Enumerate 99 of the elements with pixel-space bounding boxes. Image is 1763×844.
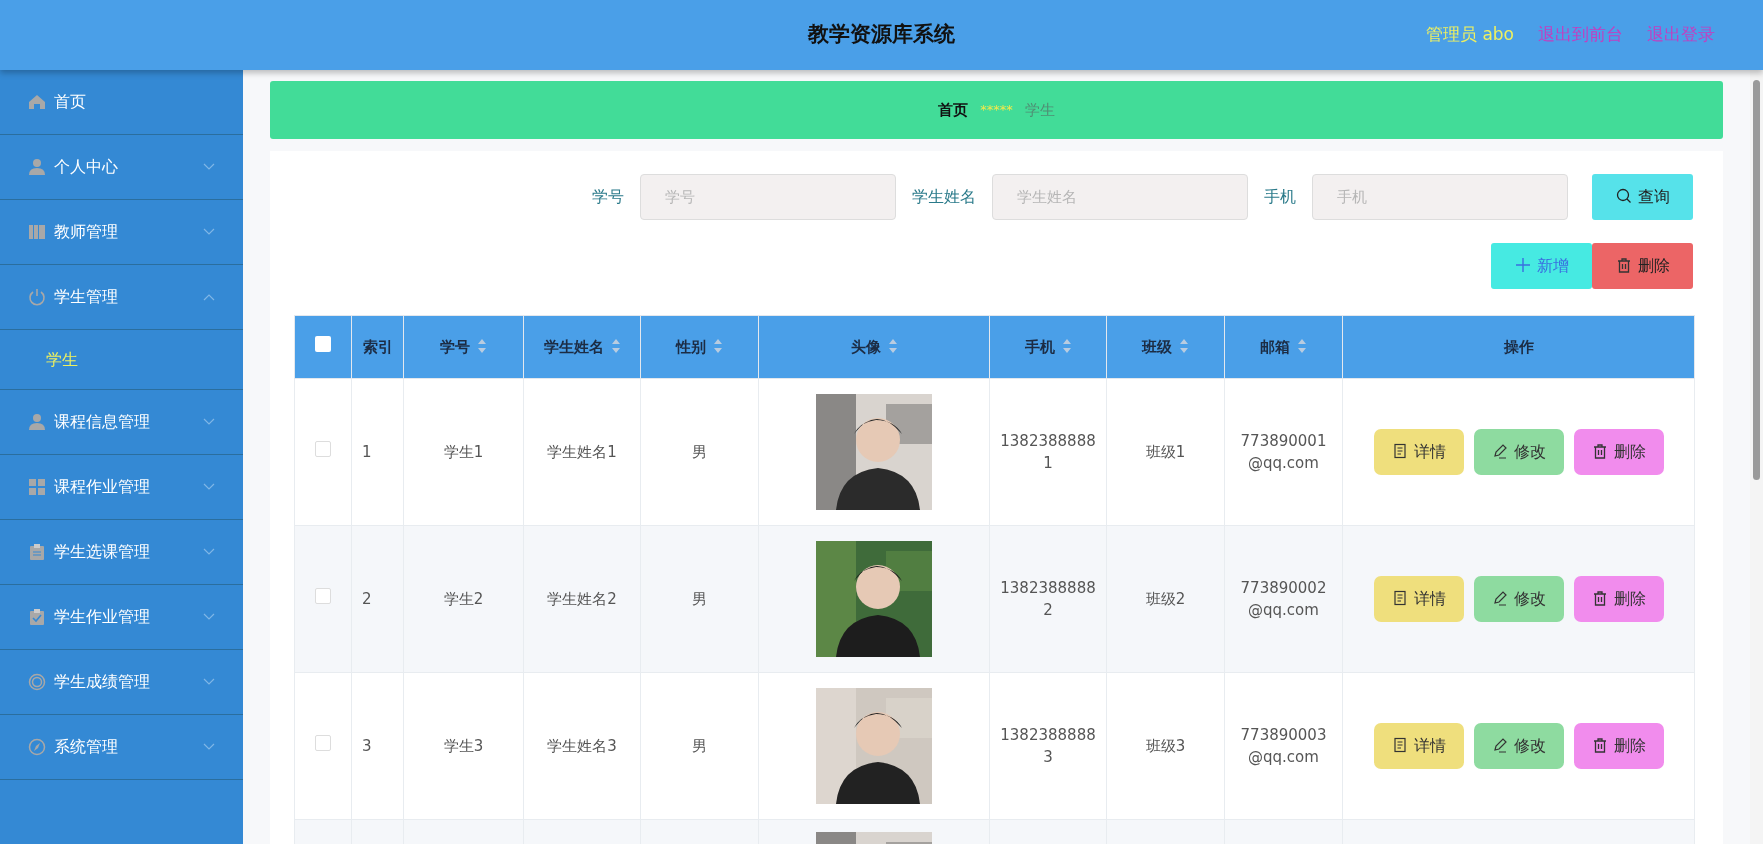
- sort-icon: [1297, 337, 1307, 354]
- trash-icon: [1591, 737, 1608, 753]
- sidebar-item[interactable]: 个人中心: [0, 135, 243, 200]
- detail-button[interactable]: 详情: [1373, 723, 1464, 769]
- sort-icon: [610, 337, 621, 354]
- table-cell: 男: [692, 589, 707, 608]
- trash-icon: [1615, 257, 1632, 273]
- detail-button[interactable]: 详情: [1373, 429, 1464, 475]
- table-cell: 2: [362, 589, 372, 608]
- table-cell: 班级3: [1145, 736, 1186, 755]
- sidebar-item[interactable]: 学生作业管理: [0, 585, 243, 650]
- person-icon: [28, 158, 46, 176]
- search-field[interactable]: 手机: [1312, 174, 1568, 220]
- pencil-icon: [1491, 590, 1508, 606]
- select-all-checkbox[interactable]: [315, 335, 331, 352]
- clipboard-check-icon: [28, 608, 46, 626]
- table-cell: 学生姓名3: [547, 736, 617, 755]
- grid-icon: [28, 478, 46, 496]
- sidebar-item[interactable]: 首页: [0, 70, 243, 135]
- sort-icon: [1179, 337, 1189, 354]
- document-icon: [1391, 737, 1408, 753]
- table-cell: 学生3: [443, 736, 484, 755]
- document-icon: [1391, 443, 1408, 459]
- column-header[interactable]: 操作: [1503, 337, 1534, 356]
- app-title: 教学资源库系统: [808, 21, 955, 49]
- trash-icon: [1591, 443, 1608, 459]
- delete-button[interactable]: 删除: [1592, 243, 1693, 289]
- table-cell: 男: [692, 442, 707, 461]
- breadcrumb-current: 学生: [1024, 99, 1055, 121]
- sort-icon: [1061, 337, 1072, 354]
- breadcrumb-separator: *****: [980, 101, 1013, 120]
- search-button[interactable]: 查询: [1592, 174, 1693, 220]
- delete-button[interactable]: 删除: [1573, 723, 1664, 769]
- add-button[interactable]: 新增: [1491, 243, 1592, 289]
- scrollbar[interactable]: [1750, 70, 1763, 844]
- column-header[interactable]: 学号: [440, 337, 470, 356]
- breadcrumb-link[interactable]: 首页: [938, 98, 969, 122]
- sidebar-item[interactable]: 课程信息管理: [0, 390, 243, 455]
- person-icon: [28, 413, 46, 431]
- table-cell: 3: [362, 736, 372, 755]
- book-icon: [28, 223, 46, 241]
- table-cell: 学生2: [443, 589, 484, 608]
- column-header[interactable]: 邮箱: [1260, 337, 1290, 356]
- sidebar-subitem[interactable]: 学生: [0, 330, 243, 390]
- edit-button[interactable]: 修改: [1473, 576, 1564, 622]
- row-checkbox[interactable]: [315, 734, 331, 751]
- ring-icon: [28, 673, 46, 691]
- column-header[interactable]: 手机: [1024, 337, 1055, 356]
- column-header[interactable]: 学生姓名: [543, 337, 604, 356]
- sidebar-item[interactable]: 学生选课管理: [0, 520, 243, 585]
- table-cell: 班级2: [1145, 589, 1186, 608]
- clipboard-icon: [28, 543, 46, 561]
- compass-icon: [28, 738, 46, 756]
- search-label: 学生姓名: [912, 186, 976, 208]
- user-name: 管理员 abo: [1426, 23, 1514, 46]
- search-field[interactable]: 学生姓名: [992, 174, 1248, 220]
- sidebar-item[interactable]: 课程作业管理: [0, 455, 243, 520]
- table-cell: 13823888881: [1000, 431, 1096, 472]
- column-header[interactable]: 性别: [676, 337, 706, 356]
- sort-icon: [713, 337, 723, 354]
- sidebar-item[interactable]: 教师管理: [0, 200, 243, 265]
- document-icon: [1391, 590, 1408, 606]
- table-cell: 1: [362, 442, 372, 461]
- edit-button[interactable]: 修改: [1473, 723, 1564, 769]
- table-cell: 773890003@qq.com: [1240, 725, 1327, 766]
- table-cell: 13823888883: [1000, 725, 1096, 766]
- power-icon: [28, 288, 46, 306]
- row-checkbox[interactable]: [315, 440, 331, 457]
- table-cell: 学生1: [443, 442, 484, 461]
- pencil-icon: [1491, 443, 1508, 459]
- table-cell: 学生姓名2: [547, 589, 617, 608]
- column-header[interactable]: 班级: [1142, 337, 1172, 356]
- column-header[interactable]: 头像: [850, 337, 881, 356]
- home-icon: [28, 93, 46, 111]
- table-cell: 班级1: [1145, 442, 1186, 461]
- row-checkbox[interactable]: [315, 587, 331, 604]
- search-icon: [1615, 188, 1632, 204]
- pencil-icon: [1491, 737, 1508, 753]
- table-cell: 男: [692, 736, 707, 755]
- trash-icon: [1591, 590, 1608, 606]
- delete-button[interactable]: 删除: [1573, 429, 1664, 475]
- sort-icon: [887, 337, 898, 354]
- sort-icon: [477, 337, 487, 354]
- table-cell: 773890001@qq.com: [1240, 431, 1327, 472]
- table-cell: 13823888882: [1000, 578, 1096, 619]
- scrollbar-thumb[interactable]: [1753, 80, 1760, 480]
- sidebar-item[interactable]: 系统管理: [0, 715, 243, 780]
- search-field[interactable]: 学号: [640, 174, 896, 220]
- column-header[interactable]: 索引: [362, 337, 393, 356]
- sidebar-item[interactable]: 学生成绩管理: [0, 650, 243, 715]
- detail-button[interactable]: 详情: [1373, 576, 1464, 622]
- search-label: 手机: [1264, 186, 1296, 208]
- sidebar-item[interactable]: 学生管理: [0, 265, 243, 330]
- search-label: 学号: [592, 186, 624, 208]
- plus-icon: [1514, 257, 1531, 273]
- edit-button[interactable]: 修改: [1473, 429, 1564, 475]
- table-cell: 773890002@qq.com: [1240, 578, 1327, 619]
- table-cell: 学生姓名1: [547, 442, 617, 461]
- delete-button[interactable]: 删除: [1573, 576, 1664, 622]
